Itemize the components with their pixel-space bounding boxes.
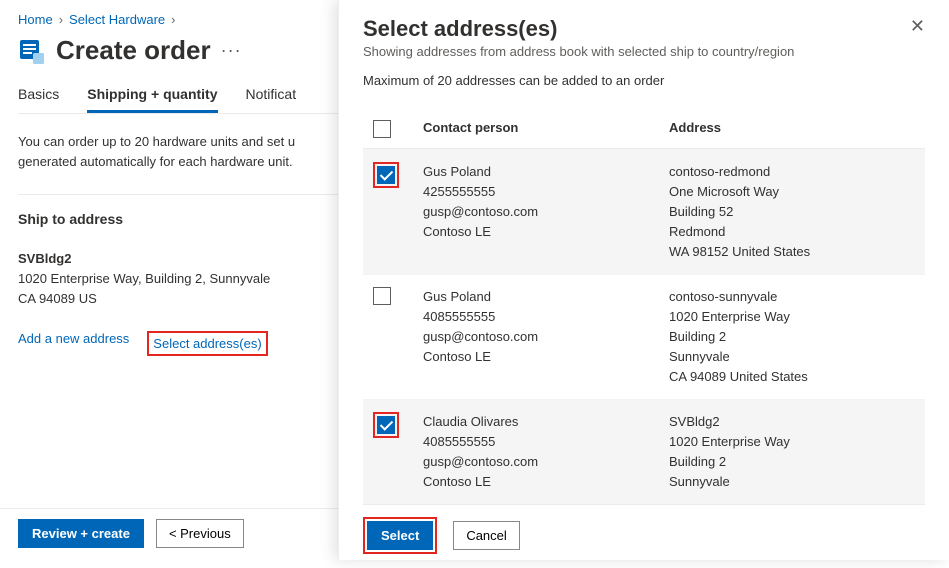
panel-title: Select address(es) (363, 16, 794, 42)
select-addresses-link[interactable]: Select address(es) (153, 336, 261, 351)
table-row[interactable]: Claudia Olivares4085555555gusp@contoso.c… (363, 399, 925, 504)
row-checkbox[interactable] (373, 287, 391, 305)
tab-basics[interactable]: Basics (18, 86, 59, 113)
select-all-checkbox[interactable] (373, 120, 391, 138)
review-create-button[interactable]: Review + create (18, 519, 144, 548)
page-title: Create order (56, 35, 211, 66)
address-table: Contact person Address Gus Poland4255555… (363, 108, 925, 504)
select-button[interactable]: Select (367, 521, 433, 550)
panel-note: Maximum of 20 addresses can be added to … (363, 73, 925, 88)
table-row[interactable]: Gus Poland4255555555gusp@contoso.comCont… (363, 149, 925, 274)
more-button[interactable]: ··· (221, 40, 242, 61)
chevron-right-icon: › (171, 12, 175, 27)
breadcrumb-home[interactable]: Home (18, 12, 53, 27)
highlight-box: Select address(es) (147, 331, 267, 356)
breadcrumb-select-hardware[interactable]: Select Hardware (69, 12, 165, 27)
select-addresses-panel: Select address(es) Showing addresses fro… (338, 0, 949, 560)
order-icon (18, 37, 46, 65)
intro-text: You can order up to 20 hardware units an… (18, 132, 338, 172)
close-icon[interactable]: ✕ (910, 16, 925, 37)
panel-subtitle: Showing addresses from address book with… (363, 44, 794, 59)
col-contact: Contact person (423, 120, 669, 135)
contact-cell: Gus Poland4255555555gusp@contoso.comCont… (423, 162, 669, 242)
tab-notifications[interactable]: Notificat (246, 86, 297, 113)
chevron-right-icon: › (59, 12, 63, 27)
contact-cell: Claudia Olivares4085555555gusp@contoso.c… (423, 412, 669, 492)
col-address: Address (669, 120, 915, 135)
table-row[interactable]: Gus Poland4085555555gusp@contoso.comCont… (363, 274, 925, 399)
contact-cell: Gus Poland4085555555gusp@contoso.comCont… (423, 287, 669, 367)
cancel-button[interactable]: Cancel (453, 521, 519, 550)
address-cell: contoso-redmondOne Microsoft WayBuilding… (669, 162, 915, 262)
add-new-address-link[interactable]: Add a new address (18, 331, 129, 356)
address-cell: SVBldg21020 Enterprise WayBuilding 2Sunn… (669, 412, 915, 492)
row-checkbox[interactable] (377, 416, 395, 434)
previous-button[interactable]: < Previous (156, 519, 244, 548)
address-cell: contoso-sunnyvale1020 Enterprise WayBuil… (669, 287, 915, 387)
row-checkbox[interactable] (377, 166, 395, 184)
tab-shipping-quantity[interactable]: Shipping + quantity (87, 86, 217, 113)
highlight-box: Select (363, 517, 437, 554)
